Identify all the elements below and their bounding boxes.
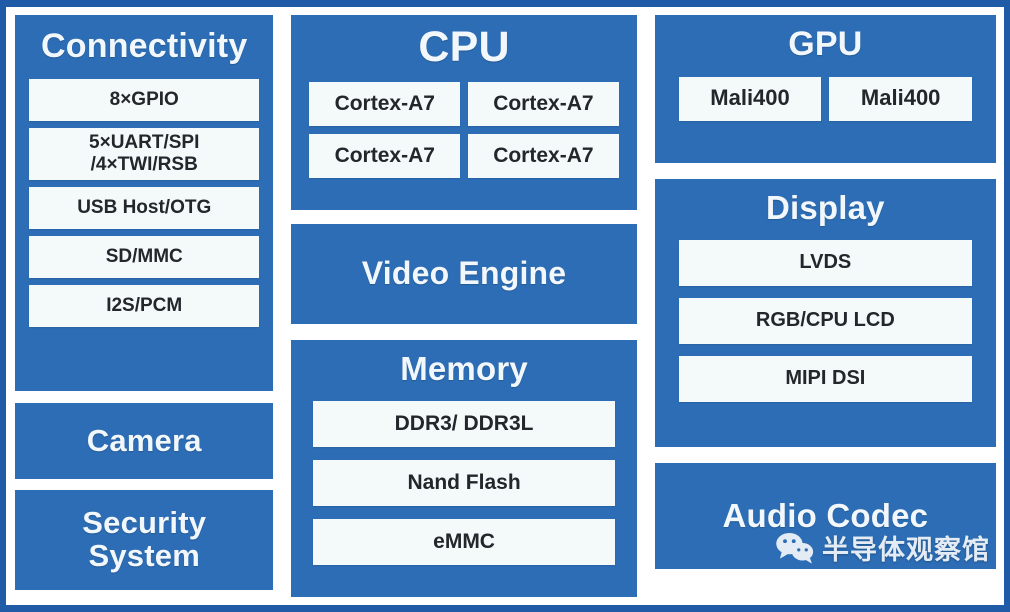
display-item-rgb-cpu-lcd: RGB/CPU LCD [678,297,972,344]
display-item-mipi-dsi: MIPI DSI [678,355,972,402]
connectivity-item-uart-line2: /4×TWI/RSB [90,153,198,175]
column-right: GPU Mali400 Mali400 Display LVDS RGB/CPU… [654,15,996,597]
connectivity-item-gpio: 8×GPIO [29,78,260,121]
memory-item-ddr3: DDR3/ DDR3L [313,400,615,447]
column-middle: CPU Cortex-A7 Cortex-A7 Cortex-A7 Cortex… [291,15,637,598]
connectivity-item-usb: USB Host/OTG [29,186,260,229]
block-video-engine: Video Engine [291,224,637,324]
cpu-core-grid: Cortex-A7 Cortex-A7 Cortex-A7 Cortex-A7 [309,82,619,179]
cpu-core-0: Cortex-A7 [309,82,461,127]
gpu-title: GPU [788,25,863,63]
display-item-lvds: LVDS [678,239,972,286]
connectivity-title: Connectivity [41,27,248,65]
security-system-title-line2: System [88,538,200,573]
block-memory: Memory DDR3/ DDR3L Nand Flash eMMC [291,339,637,598]
gpu-core-1: Mali400 [829,76,972,121]
connectivity-item-sd-mmc: SD/MMC [29,235,260,278]
watermark-text: 半导体观察馆 [822,535,990,565]
soc-block-diagram: Connectivity 8×GPIO 5×UART/SPI /4×TWI/RS… [0,0,1010,612]
block-camera: Camera [15,403,274,479]
audio-codec-title: Audio Codec [722,496,929,534]
watermark: 半导体观察馆 [775,528,990,567]
connectivity-item-uart-line1: 5×UART/SPI [89,132,200,154]
memory-item-nand-flash: Nand Flash [313,459,615,506]
cpu-title: CPU [418,23,510,71]
block-audio-codec: Audio Codec 半导体观察馆 [654,463,996,569]
diagram-inner: Connectivity 8×GPIO 5×UART/SPI /4×TWI/RS… [6,7,1004,605]
wechat-icon [776,532,814,564]
memory-item-emmc: eMMC [313,518,615,565]
camera-title: Camera [86,422,202,458]
cpu-core-3: Cortex-A7 [468,134,619,179]
gpu-core-grid: Mali400 Mali400 [678,76,972,121]
column-left: Connectivity 8×GPIO 5×UART/SPI /4×TWI/RS… [15,15,274,597]
block-display: Display LVDS RGB/CPU LCD MIPI DSI [654,179,996,447]
security-system-title-line1: Security [82,505,207,541]
block-connectivity: Connectivity 8×GPIO 5×UART/SPI /4×TWI/RS… [15,15,274,391]
block-security-system: Security System [15,490,274,590]
video-engine-title: Video Engine [361,255,567,292]
display-item-list: LVDS RGB/CPU LCD MIPI DSI [678,239,972,402]
security-system-title: Security System [82,507,206,572]
memory-item-list: DDR3/ DDR3L Nand Flash eMMC [313,400,615,565]
connectivity-item-list: 8×GPIO 5×UART/SPI /4×TWI/RSB USB Host/OT… [29,78,260,327]
cpu-core-2: Cortex-A7 [309,134,461,179]
display-title: Display [765,189,885,226]
cpu-core-1: Cortex-A7 [468,82,619,127]
gpu-core-0: Mali400 [678,76,822,121]
connectivity-item-uart-spi-twi-rsb: 5×UART/SPI /4×TWI/RSB [29,127,260,180]
connectivity-item-i2s-pcm: I2S/PCM [29,284,260,327]
block-gpu: GPU Mali400 Mali400 [654,15,996,163]
memory-title: Memory [400,349,528,387]
block-cpu: CPU Cortex-A7 Cortex-A7 Cortex-A7 Cortex… [291,15,637,211]
